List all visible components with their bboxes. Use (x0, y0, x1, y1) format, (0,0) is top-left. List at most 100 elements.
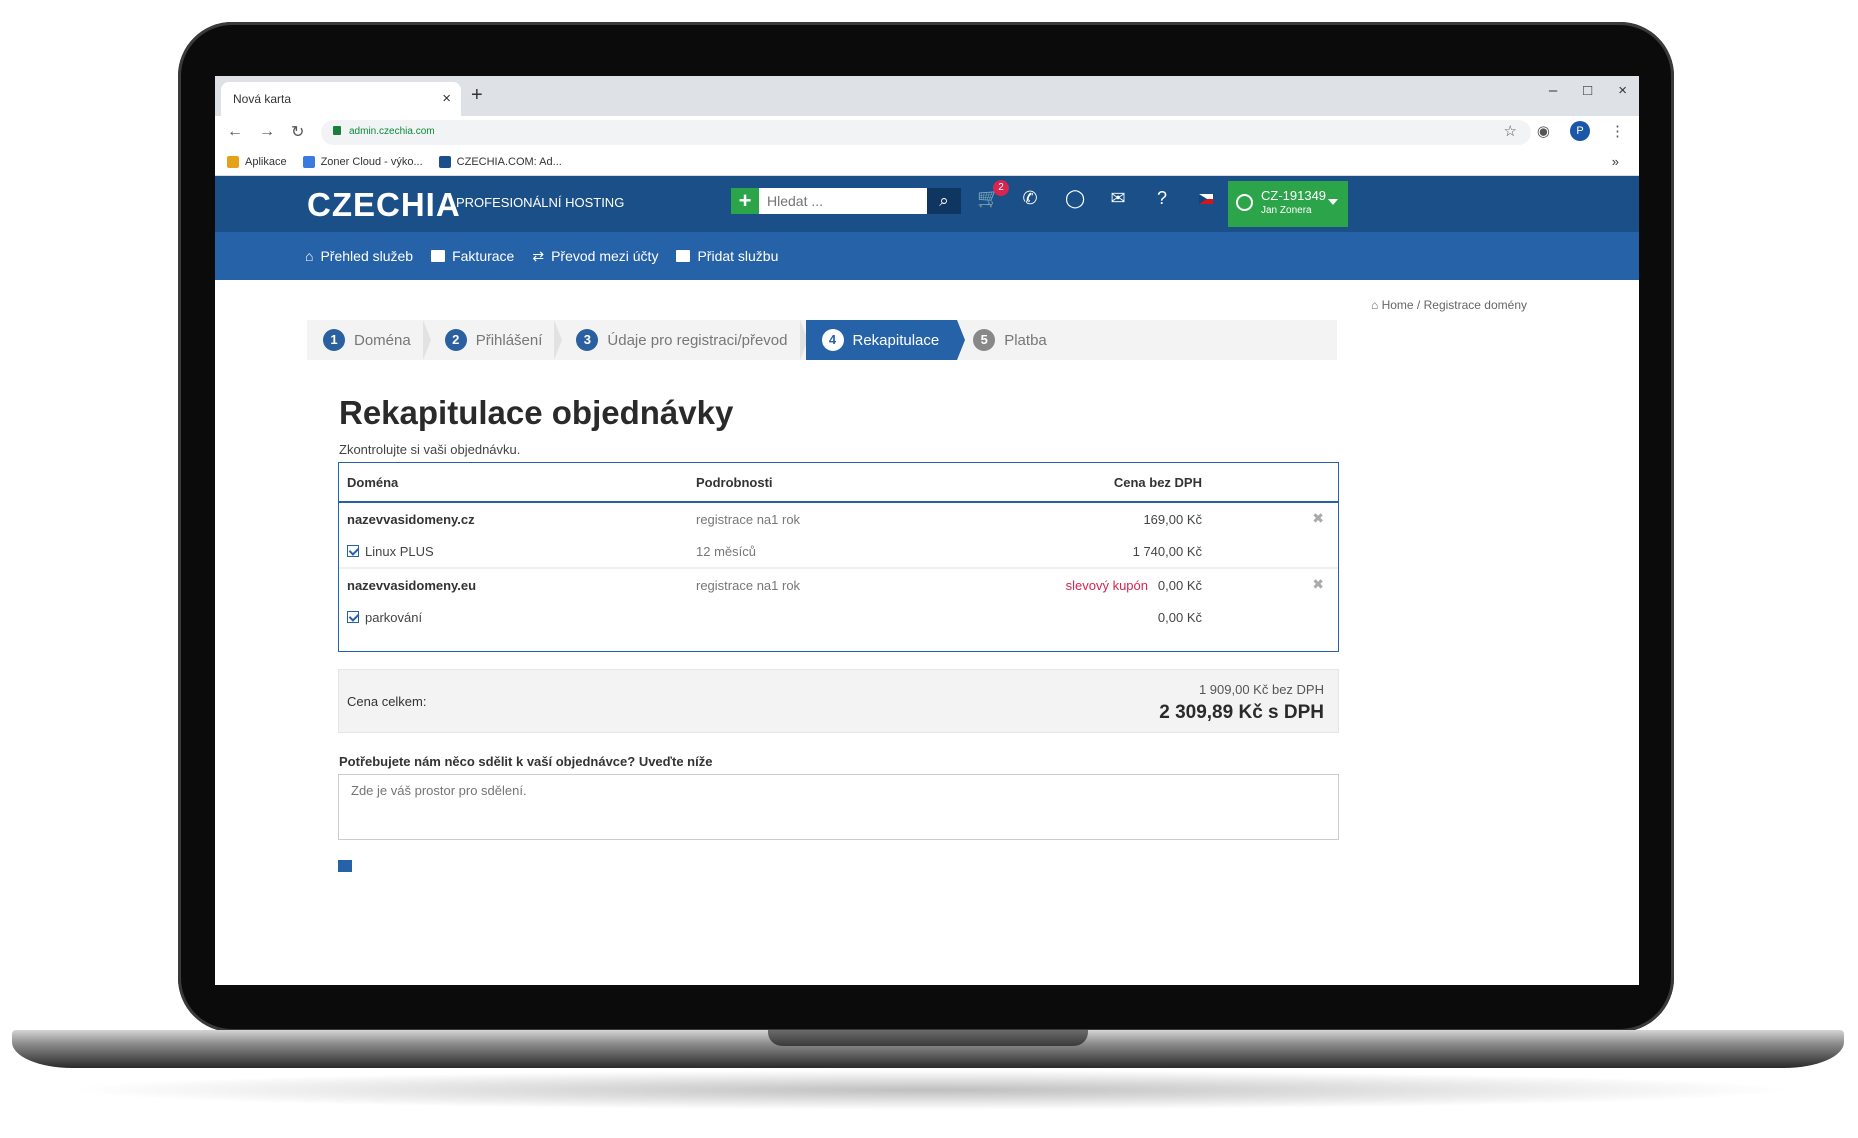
table-row: nazevvasidomeny.eu registrace na1 rok sl… (339, 569, 1338, 601)
home-icon: ⌂ (305, 248, 314, 264)
row-price: 1 740,00 Kč (1132, 544, 1202, 559)
laptop-notch (768, 1030, 1088, 1046)
page-subtitle: Zkontrolujte si vaši objednávku. (339, 442, 521, 457)
header-icons: 🛒 2 ✆ ◯ ✉ ? (977, 180, 1215, 209)
url-text: admin.czechia.com (349, 126, 435, 137)
tab-title: Nová karta (233, 92, 292, 106)
forward-icon[interactable]: → (259, 123, 275, 141)
total-label: Cena celkem: (347, 694, 427, 709)
browser-tab-strip: Nová karta × + – □ × (215, 76, 1639, 116)
account-name: Jan Zonera (1261, 205, 1312, 216)
row-price: 169,00 Kč (1143, 512, 1202, 527)
step-domain[interactable]: 1 Doména (307, 320, 431, 360)
table-row: Linux PLUS 12 měsíců 1 740,00 Kč (339, 535, 1338, 567)
remove-icon[interactable]: ✖ (1312, 510, 1324, 527)
breadcrumb-separator: / (1416, 298, 1421, 312)
maximize-button[interactable]: □ (1583, 82, 1592, 99)
header-domain: Doména (347, 475, 399, 490)
row-price: 0,00 Kč (1157, 578, 1202, 593)
account-id: CZ-191349 (1261, 188, 1327, 203)
chat-icon[interactable]: ◯ (1065, 188, 1085, 209)
browser-tab[interactable]: Nová karta × (221, 82, 461, 116)
laptop-shadow (60, 1070, 1800, 1110)
user-icon (1236, 194, 1253, 211)
new-tab-button[interactable]: + (471, 84, 483, 107)
back-icon[interactable]: ← (227, 123, 243, 141)
bookmarks-bar: Aplikace Zoner Cloud - výko... CZECHIA.C… (215, 148, 1639, 176)
note-textarea[interactable] (338, 774, 1339, 840)
screen: Nová karta × + – □ × ← → ↻ admin.czechia… (215, 76, 1639, 985)
account-menu[interactable]: CZ-191349 Jan Zonera (1228, 181, 1348, 227)
reload-icon[interactable]: ↻ (291, 122, 304, 142)
consent-checkbox[interactable] (338, 860, 352, 872)
step-summary[interactable]: 4 Rekapitulace (805, 320, 966, 360)
coupon-label[interactable]: slevový kupón (1066, 578, 1148, 593)
mail-icon[interactable]: ✉ (1109, 188, 1127, 209)
bookmarks-more-icon[interactable]: » (1612, 154, 1619, 169)
checkbox-icon[interactable] (347, 611, 359, 623)
address-bar-row: ← → ↻ admin.czechia.com ☆ ◉ P ⋮ (215, 116, 1639, 148)
nav-item-transfer[interactable]: ⇄ Převod mezi účty (532, 248, 658, 265)
header-details: Podrobnosti (696, 475, 773, 490)
help-icon[interactable]: ? (1153, 188, 1171, 209)
order-total: Cena celkem: 1 909,00 Kč bez DPH 2 309,8… (338, 669, 1339, 733)
breadcrumb: ⌂ Home / Registrace domény (1371, 298, 1527, 312)
order-table: Doména Podrobnosti Cena bez DPH nazevvas… (338, 462, 1339, 652)
extension-icon[interactable]: ◉ (1537, 122, 1550, 140)
apps-icon (227, 155, 239, 168)
domain-name: nazevvasidomeny.cz (347, 512, 475, 527)
add-service-icon (676, 250, 691, 262)
search-icon[interactable]: ⌕ (927, 188, 961, 214)
page-title: Rekapitulace objednávky (339, 394, 734, 431)
transfer-icon: ⇄ (532, 247, 545, 264)
header-price: Cena bez DPH (1113, 475, 1202, 490)
menu-icon[interactable]: ⋮ (1610, 122, 1625, 140)
browser-actions: ☆ ◉ P ⋮ (1503, 121, 1625, 141)
checkbox-icon[interactable] (347, 545, 359, 557)
search-bar: + ⌕ (731, 188, 961, 214)
step-login[interactable]: 2 Přihlášení (429, 320, 563, 360)
table-row: nazevvasidomeny.cz registrace na1 rok 16… (339, 503, 1338, 535)
table-header: Doména Podrobnosti Cena bez DPH (339, 463, 1338, 503)
breadcrumb-home[interactable]: Home (1382, 298, 1414, 312)
phone-icon[interactable]: ✆ (1021, 188, 1039, 209)
minimize-button[interactable]: – (1549, 82, 1557, 99)
bookmark-apps[interactable]: Aplikace (227, 155, 287, 168)
remove-icon[interactable]: ✖ (1312, 576, 1324, 593)
lock-icon (333, 126, 341, 135)
home-icon: ⌂ (1370, 298, 1379, 312)
star-icon[interactable]: ☆ (1503, 122, 1516, 140)
add-icon[interactable]: + (731, 188, 759, 214)
language-flag-icon[interactable] (1197, 188, 1215, 209)
cart-icon[interactable]: 🛒 2 (977, 180, 1009, 209)
close-window-button[interactable]: × (1618, 82, 1627, 99)
step-payment: 5 Platba (957, 320, 1065, 360)
tab-close-icon[interactable]: × (442, 90, 451, 107)
czechia-favicon (438, 155, 451, 168)
nav-item-services[interactable]: ⌂ Přehled služeb (305, 248, 413, 264)
url-field[interactable]: admin.czechia.com (321, 120, 1531, 145)
search-input[interactable] (759, 188, 927, 214)
nav-item-billing[interactable]: Fakturace (431, 248, 514, 264)
sub-navigation: ⌂ Přehled služeb Fakturace ⇄ Převod mezi ú… (215, 232, 1639, 280)
checkout-steps: 1 Doména 2 Přihlášení 3 Údaje pro registrac… (307, 320, 1337, 360)
invoice-icon (431, 250, 446, 262)
bookmark-zoner-cloud[interactable]: Zoner Cloud - výko... (302, 155, 423, 168)
site-logo[interactable]: CZECHIA (307, 186, 461, 224)
profile-avatar[interactable]: P (1570, 121, 1590, 141)
breadcrumb-current: Registrace domény (1423, 298, 1527, 312)
service-item[interactable]: Linux PLUS (347, 544, 434, 559)
chevron-down-icon (1328, 199, 1338, 205)
row-details: 12 měsíců (696, 544, 756, 559)
bookmark-czechia[interactable]: CZECHIA.COM: Ad... (438, 155, 562, 168)
cart-badge: 2 (993, 180, 1009, 196)
row-details: registrace na1 rok (696, 512, 801, 527)
page-content: ⌂ Home / Registrace domény 1 Doména 2 Přih… (215, 280, 1639, 985)
nav-item-add-service[interactable]: Přidat službu (676, 248, 778, 264)
zoner-cloud-icon (302, 155, 315, 168)
row-details: registrace na1 rok (696, 578, 801, 593)
note-label: Potřebujete nám něco sdělit k vaší objed… (339, 754, 713, 769)
service-item[interactable]: parkování (347, 610, 422, 625)
step-registration-details[interactable]: 3 Údaje pro registraci/převod (560, 320, 808, 360)
window-controls: – □ × (1549, 82, 1627, 99)
